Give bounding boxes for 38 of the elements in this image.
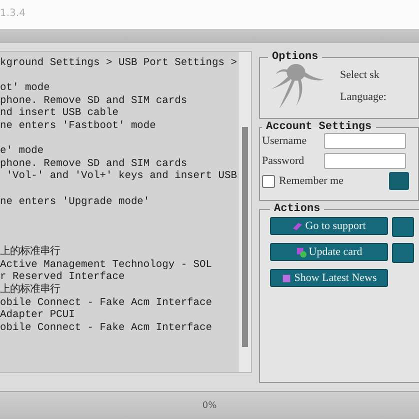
remember-label: Remember me (279, 175, 344, 187)
log-line: 上的标准串行 (0, 284, 62, 296)
log-line: Active Management Technology - SOL (0, 258, 214, 272)
news-icon (281, 272, 292, 284)
progress-text: 0% (202, 401, 217, 413)
skin-label: Select sk (340, 69, 380, 81)
log-line: ne enters 'Upgrade mode' (0, 196, 151, 208)
log-line: obile Connect - Fake Acm Interface (0, 322, 214, 334)
log-line: ne enters 'Fastboot' mode (0, 120, 157, 133)
action-button[interactable] (392, 243, 414, 263)
action-button[interactable]: Go to support (270, 217, 388, 235)
log-line: 上的标准串行 (0, 246, 62, 259)
group-title: Account Settings (265, 121, 373, 133)
version-label: 1.3.4 (0, 8, 26, 19)
action-button[interactable]: Update card (270, 243, 388, 261)
log-line: Adapter PCUI (0, 309, 76, 322)
log-line: r Reserved Interface (0, 271, 126, 284)
group-title: Actions (273, 203, 322, 215)
scrollbar[interactable] (239, 52, 251, 372)
username-field[interactable] (324, 133, 406, 149)
action-button[interactable]: Show Latest News (270, 269, 388, 287)
log-line: kground Settings > USB Port Settings > (0, 57, 238, 70)
log-line: ot' mode (0, 82, 51, 95)
group-title: Options (271, 51, 320, 63)
log-line: obile Connect - Fake Acm Interface (0, 296, 214, 310)
password-label: Password (262, 155, 306, 167)
log-line: phone. Remove SD and SIM cards (0, 94, 188, 108)
language-label: Language: (340, 91, 386, 103)
action-button[interactable] (392, 217, 414, 237)
card-update-icon (296, 246, 307, 258)
ticket-icon (292, 220, 304, 232)
log-line: nd insert USB cable (0, 107, 120, 120)
username-label: Username (262, 135, 308, 147)
log-line: e' mode (0, 145, 45, 158)
log-line: 'Vol-' and 'Vol+' keys and insert USB (5, 170, 238, 183)
log-line: phone. Remove SD and SIM cards (0, 158, 188, 170)
password-field[interactable] (324, 153, 406, 169)
remember-checkbox[interactable] (262, 174, 275, 188)
